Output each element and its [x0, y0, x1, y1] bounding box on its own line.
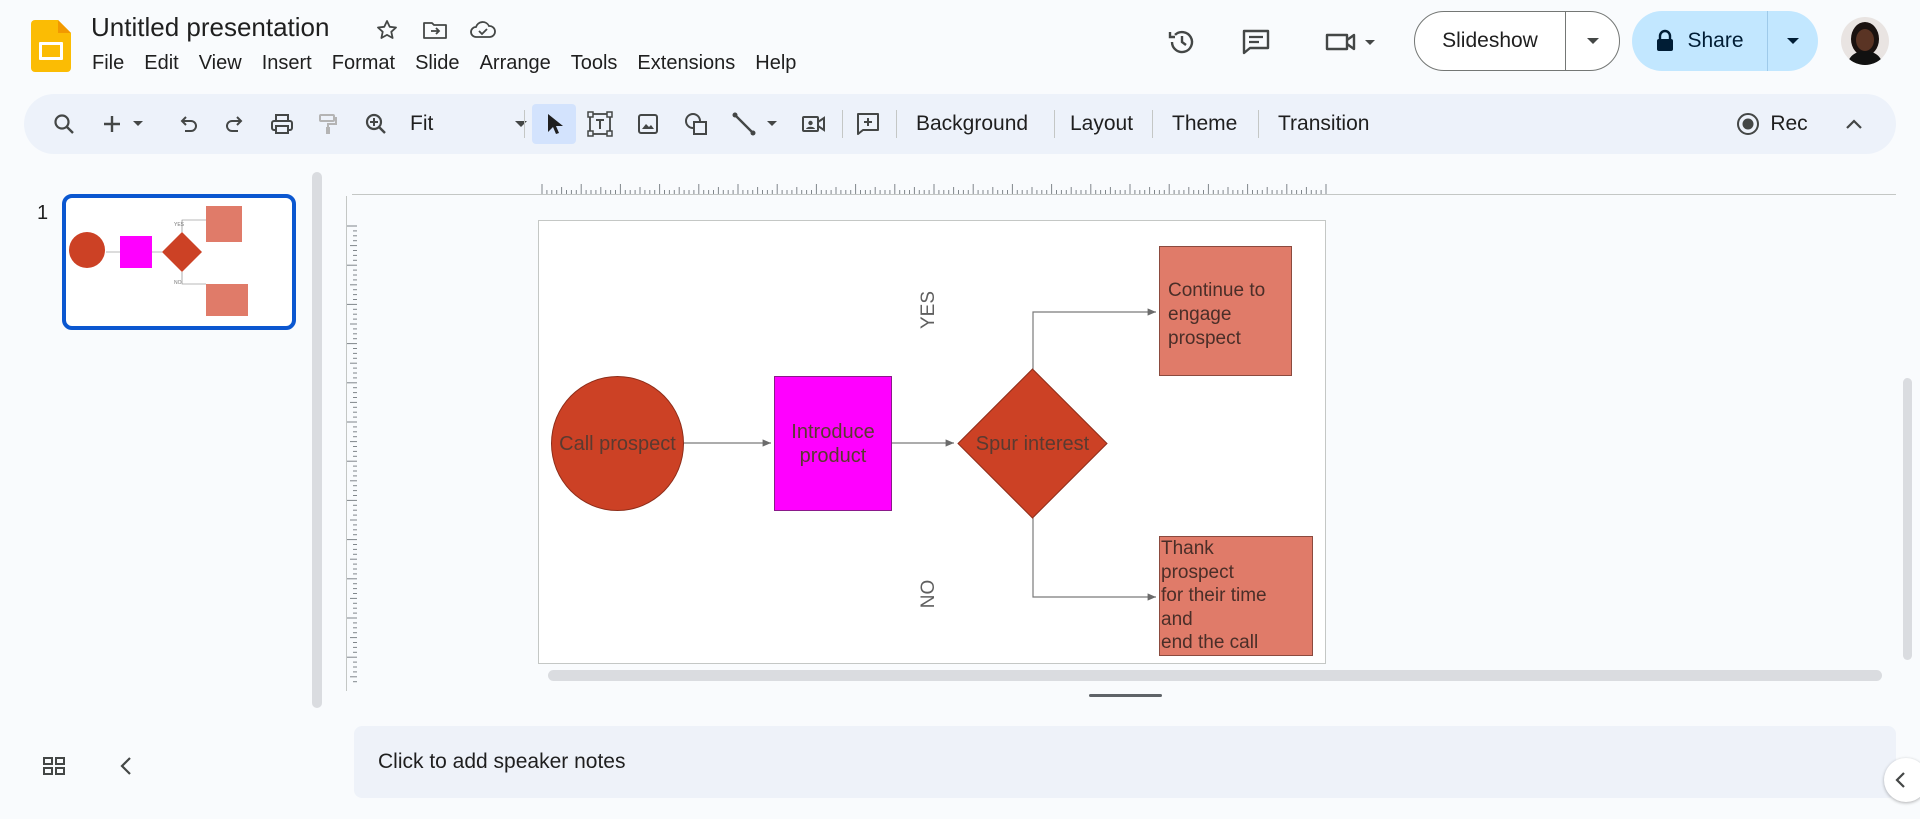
menu-help[interactable]: Help — [745, 50, 806, 77]
line-icon — [732, 112, 756, 136]
share-dropdown-icon[interactable] — [1768, 11, 1818, 71]
cloud-saved-icon[interactable] — [467, 14, 499, 46]
document-title[interactable]: Untitled presentation — [91, 12, 329, 43]
grid-view-icon[interactable] — [36, 748, 72, 784]
zoom-value: Fit — [410, 112, 434, 135]
line-tool-button[interactable] — [724, 104, 788, 144]
share-label: Share — [1687, 29, 1744, 52]
insert-video-icon[interactable] — [794, 104, 834, 144]
speaker-notes[interactable]: Click to add speaker notes — [354, 726, 1896, 798]
transition-button[interactable]: Transition — [1272, 104, 1375, 144]
collapse-filmstrip-icon[interactable] — [108, 748, 144, 784]
menu-view[interactable]: View — [189, 50, 252, 77]
rec-label: Rec — [1770, 112, 1808, 135]
comments-icon[interactable] — [1232, 18, 1280, 66]
top-box-line: engage — [1168, 304, 1232, 325]
menu-insert[interactable]: Insert — [252, 50, 322, 77]
select-cursor-icon[interactable] — [532, 104, 576, 144]
move-to-folder-icon[interactable] — [419, 14, 451, 46]
chevron-down-icon — [133, 121, 143, 126]
square-text: Introduce product — [791, 420, 875, 467]
background-button[interactable]: Background — [910, 104, 1034, 144]
vertical-scrollbar[interactable] — [1903, 378, 1912, 660]
notes-resize-handle[interactable] — [1089, 694, 1162, 697]
slide-number: 1 — [37, 202, 49, 224]
diamond-text: Spur interest — [975, 432, 1090, 455]
menu-extensions[interactable]: Extensions — [627, 50, 745, 77]
top-box-line: prospect — [1168, 328, 1241, 349]
continue-engage-box[interactable]: Continue to engage prospect — [1159, 246, 1292, 376]
menu-bar: File Edit View Insert Format Slide Arran… — [82, 50, 806, 77]
record-icon — [1737, 113, 1760, 135]
share-button[interactable]: Share — [1632, 11, 1818, 71]
bottom-box-line: Thank — [1161, 538, 1214, 559]
circle-text: Call prospect — [559, 432, 676, 455]
bottom-box-line: end the call — [1161, 632, 1259, 653]
lock-icon — [1657, 29, 1674, 51]
no-label: NO — [918, 579, 939, 609]
version-history-icon[interactable] — [1158, 18, 1206, 66]
menu-arrange[interactable]: Arrange — [470, 50, 561, 77]
thank-prospect-box[interactable]: Thank prospect for their time and end th… — [1159, 536, 1313, 656]
record-button[interactable]: Rec — [1724, 104, 1820, 144]
chevron-down-icon — [767, 121, 777, 126]
new-slide-button[interactable] — [96, 104, 152, 144]
slideshow-dropdown-icon[interactable] — [1566, 12, 1619, 70]
star-icon[interactable] — [371, 14, 403, 46]
toolbar: Fit Background Layout Theme Transition R… — [24, 94, 1896, 154]
chevron-down-icon — [515, 121, 527, 127]
svg-text:NO: NO — [174, 280, 182, 286]
slide-thumbnail[interactable]: YES NO — [62, 194, 296, 330]
slides-logo-icon[interactable] — [31, 20, 71, 72]
slideshow-label[interactable]: Slideshow — [1415, 12, 1566, 70]
horizontal-ruler — [352, 172, 1896, 196]
menu-tools[interactable]: Tools — [561, 50, 628, 77]
menu-file[interactable]: File — [82, 50, 134, 77]
plus-icon — [104, 116, 120, 132]
undo-icon[interactable] — [168, 104, 208, 144]
layout-button[interactable]: Layout — [1064, 104, 1139, 144]
menu-format[interactable]: Format — [322, 50, 405, 77]
call-prospect-circle[interactable]: Call prospect — [551, 376, 684, 511]
insert-image-icon[interactable] — [628, 104, 668, 144]
horizontal-scrollbar[interactable] — [548, 670, 1882, 681]
filmstrip-scrollbar[interactable] — [312, 172, 322, 708]
print-icon[interactable] — [262, 104, 302, 144]
avatar[interactable] — [1841, 17, 1889, 65]
bottom-box-line: and — [1161, 608, 1193, 630]
slideshow-button[interactable]: Slideshow — [1414, 11, 1620, 71]
search-menus-icon[interactable] — [44, 104, 84, 144]
text-box-icon[interactable] — [580, 104, 620, 144]
spur-interest-diamond[interactable]: Spur interest — [957, 368, 1108, 519]
zoom-icon[interactable] — [356, 104, 396, 144]
add-comment-icon[interactable] — [848, 104, 888, 144]
slide-canvas[interactable]: Call prospect Introduce product Spur int… — [538, 220, 1326, 664]
bottom-box-line: for their time — [1161, 585, 1267, 606]
redo-icon[interactable] — [215, 104, 255, 144]
zoom-select[interactable]: Fit — [404, 104, 534, 144]
side-panel-toggle-icon[interactable] — [1884, 758, 1920, 802]
collapse-toolbar-icon[interactable] — [1834, 104, 1874, 144]
paint-format-icon[interactable] — [308, 104, 348, 144]
menu-edit[interactable]: Edit — [134, 50, 188, 77]
vertical-ruler — [346, 196, 358, 691]
top-box-line: Continue to — [1168, 280, 1266, 301]
introduce-product-square[interactable]: Introduce product — [774, 376, 892, 511]
bottom-box-line: prospect — [1161, 561, 1234, 583]
svg-text:YES: YES — [174, 222, 185, 228]
theme-button[interactable]: Theme — [1166, 104, 1243, 144]
shape-icon[interactable] — [676, 104, 716, 144]
meet-call-icon[interactable] — [1318, 18, 1384, 66]
yes-label: YES — [918, 290, 939, 330]
menu-slide[interactable]: Slide — [405, 50, 469, 77]
